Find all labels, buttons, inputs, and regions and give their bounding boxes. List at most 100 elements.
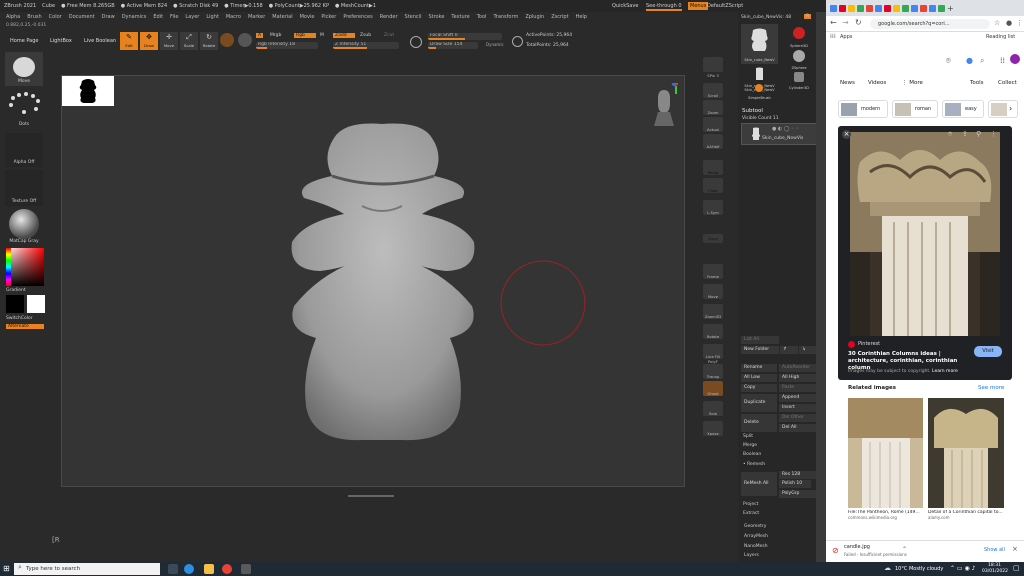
tool-r-button[interactable]: R xyxy=(804,14,812,19)
dynamic-toggle[interactable]: Dynamic xyxy=(486,42,504,47)
more-menu-icon[interactable]: ⋮ xyxy=(1016,19,1023,27)
tab-favicon[interactable] xyxy=(830,4,837,12)
close-download-bar-icon[interactable]: × xyxy=(1012,545,1018,553)
tab-favicon[interactable] xyxy=(893,4,900,12)
append-button[interactable]: Append xyxy=(779,394,817,402)
menu-macro[interactable]: Macro xyxy=(226,14,241,20)
menu-movie[interactable]: Movie xyxy=(300,14,315,20)
tab-favicon[interactable] xyxy=(848,4,855,12)
weather-text[interactable]: 10°C Mostly cloudy xyxy=(895,566,943,572)
list-all-button[interactable]: List All xyxy=(741,336,779,344)
visible-count-slider[interactable]: Visible Count 11 xyxy=(742,116,779,121)
subtool-header[interactable]: Subtool xyxy=(742,108,763,114)
menu-stroke[interactable]: Stroke xyxy=(428,14,444,20)
scale-mode-button[interactable]: ⤢ Scale xyxy=(180,32,198,50)
stroke-button[interactable]: Dots xyxy=(5,90,43,130)
edge-icon[interactable] xyxy=(184,564,194,574)
rotate-view-button[interactable]: Rotate xyxy=(703,324,723,339)
related-image-card[interactable]: Detail of a Corinthian capital to... ala… xyxy=(928,398,1004,530)
tab-videos[interactable]: Videos xyxy=(868,80,886,86)
menu-picker[interactable]: Picker xyxy=(321,14,336,20)
a-toggle[interactable]: A xyxy=(256,33,264,38)
rgb-intensity-slider[interactable]: Rgb Intensity 18 xyxy=(256,42,318,49)
xpose-button[interactable]: Xpose xyxy=(703,421,723,436)
learn-more-link[interactable]: Learn more xyxy=(932,369,958,374)
file-explorer-icon[interactable] xyxy=(204,564,214,574)
transp-button[interactable]: Transp xyxy=(703,364,723,379)
reading-list-link[interactable]: Reading list xyxy=(986,34,1015,40)
remesh-all-button[interactable]: ReMesh All xyxy=(741,472,777,496)
menu-texture[interactable]: Texture xyxy=(451,14,469,20)
local-symmetry-button[interactable]: L.Sym xyxy=(703,200,723,215)
notifications-icon[interactable]: ▢ xyxy=(1013,564,1020,572)
frame-button[interactable]: Frame xyxy=(703,264,723,279)
menu-material[interactable]: Material xyxy=(272,14,292,20)
material-button[interactable]: MatCap Gray xyxy=(5,208,43,246)
move-up-icon[interactable]: ↱ xyxy=(780,346,798,354)
clock-date[interactable]: 03/01/2022 xyxy=(982,569,1008,574)
switch-color-button[interactable]: SwitchColor xyxy=(6,316,33,321)
show-all-button[interactable]: Show all xyxy=(984,547,1005,553)
project-section[interactable]: Project xyxy=(743,502,758,507)
rename-button[interactable]: Rename xyxy=(741,364,777,372)
menu-layer[interactable]: Layer xyxy=(185,14,199,20)
canvas-scroll-handle[interactable] xyxy=(348,495,394,497)
zcut-toggle[interactable]: Zcut xyxy=(384,33,394,38)
texture-button[interactable]: Texture Off xyxy=(5,170,43,206)
layers-section[interactable]: Layers xyxy=(744,553,759,558)
menu-file[interactable]: File xyxy=(170,14,178,20)
draw-button[interactable]: ✥ Draw xyxy=(140,32,158,50)
new-tab-icon[interactable]: + xyxy=(947,4,954,13)
edit-button[interactable]: ✎ Edit xyxy=(120,32,138,50)
task-view-icon[interactable] xyxy=(168,564,178,574)
camera-search-icon[interactable]: ⌾ xyxy=(946,56,951,66)
tab-news[interactable]: News xyxy=(840,80,855,86)
tab-favicon[interactable] xyxy=(839,4,846,12)
subtool-visibility-icon[interactable]: ● ◐ ◯ ◦ ◦ xyxy=(772,126,799,132)
menu-color[interactable]: Color xyxy=(49,14,62,20)
forward-icon[interactable]: → xyxy=(842,18,849,27)
default-zscript-button[interactable]: DefaultZScript xyxy=(707,3,743,9)
menu-preferences[interactable]: Preferences xyxy=(343,14,372,20)
tab-favicon[interactable] xyxy=(902,4,909,12)
zsub-toggle[interactable]: Zsub xyxy=(360,33,371,38)
menu-draw[interactable]: Draw xyxy=(102,14,115,20)
draw-size-slider[interactable]: Draw Size 154 xyxy=(428,42,478,49)
brush-icon[interactable] xyxy=(238,33,252,47)
del-all-button[interactable]: Del All xyxy=(779,424,817,432)
ghost-button[interactable]: Ghost xyxy=(703,381,723,396)
tab-favicon[interactable] xyxy=(920,4,927,12)
actual-button[interactable]: Actual xyxy=(703,117,723,132)
copy-button[interactable]: Copy xyxy=(741,384,777,392)
move-view-button[interactable]: Move xyxy=(703,284,723,299)
tool-thumb-simplebrush[interactable]: SimpleBrush xyxy=(741,82,778,102)
chip-more[interactable]: › xyxy=(988,100,1018,118)
document-canvas[interactable] xyxy=(61,75,685,487)
taskbar-search-input[interactable]: Type here to search xyxy=(14,563,160,575)
more-options-icon[interactable]: ⋮ xyxy=(990,130,997,138)
color-picker[interactable] xyxy=(6,248,44,286)
new-folder-button[interactable]: New Folder xyxy=(741,346,779,354)
quicksave-button[interactable]: QuickSave xyxy=(612,3,638,9)
sculpt-viewport[interactable] xyxy=(62,76,686,488)
del-other-button[interactable]: Del Other xyxy=(779,414,817,422)
move-down-icon[interactable]: ↳ xyxy=(799,346,817,354)
secondary-color-swatch[interactable] xyxy=(6,295,24,313)
menu-stencil[interactable]: Stencil xyxy=(405,14,422,20)
tool-panel-scrollbar[interactable] xyxy=(816,12,826,562)
material-sphere-icon[interactable] xyxy=(220,33,234,47)
reload-icon[interactable]: ↻ xyxy=(855,18,862,27)
zoom3d-button[interactable]: Zoom3D xyxy=(703,304,723,319)
aahalf-button[interactable]: AAHalf xyxy=(703,134,723,149)
related-image-card[interactable]: File:The Pantheon, Rome (149... commons.… xyxy=(848,398,923,530)
back-icon[interactable]: ← xyxy=(830,18,837,27)
primary-color-swatch[interactable] xyxy=(27,295,45,313)
menu-zscript[interactable]: Zscript xyxy=(551,14,568,20)
paste-button[interactable]: Paste xyxy=(779,384,817,392)
menu-edit[interactable]: Edit xyxy=(153,14,163,20)
lens-icon[interactable]: ⌾ xyxy=(948,130,952,139)
chevron-up-icon[interactable]: ⌃ xyxy=(902,546,907,553)
focal-shift-slider[interactable]: Focal Shift 0 xyxy=(428,33,502,40)
menu-light[interactable]: Light xyxy=(206,14,218,20)
windows-start-icon[interactable]: ⊞ xyxy=(3,564,10,573)
